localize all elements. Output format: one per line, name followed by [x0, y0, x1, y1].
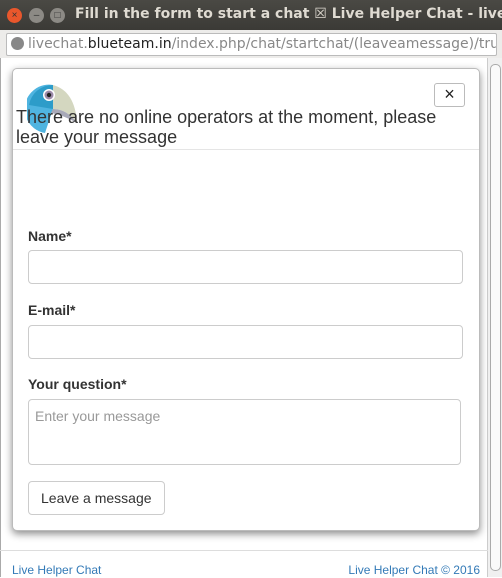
url-domain: blueteam.in [87, 36, 172, 52]
url-prefix: livechat. [28, 36, 88, 52]
footer-link-left[interactable]: Live Helper Chat [12, 563, 101, 577]
close-button[interactable]: × [434, 83, 465, 107]
question-label: Your question* [28, 376, 127, 392]
window-titlebar: × – □ Fill in the form to start a chat ☒… [0, 0, 502, 30]
name-label: Name* [28, 228, 72, 244]
modal-heading: There are no online operators at the mom… [16, 107, 437, 147]
url-field[interactable]: livechat.blueteam.in/index.php/chat/star… [6, 33, 497, 56]
question-textarea[interactable]: Enter your message [28, 399, 461, 465]
globe-icon [11, 37, 24, 50]
scrollbar[interactable] [487, 58, 502, 577]
footer: Live Helper Chat Live Helper Chat © 2016 [0, 550, 488, 578]
maximize-window-button[interactable]: □ [50, 8, 65, 23]
window-title: Fill in the form to start a chat ☒ Live … [75, 6, 502, 22]
address-bar: livechat.blueteam.in/index.php/chat/star… [0, 30, 502, 58]
name-input[interactable] [28, 250, 463, 284]
minimize-window-button[interactable]: – [29, 8, 44, 23]
scrollbar-thumb[interactable] [490, 64, 501, 571]
leave-message-button[interactable]: Leave a message [28, 481, 165, 515]
email-input[interactable] [28, 325, 463, 359]
url-path: /index.php/chat/startchat/(leaveamessage… [171, 36, 497, 52]
footer-copyright-link[interactable]: Live Helper Chat © 2016 [348, 563, 480, 577]
close-window-button[interactable]: × [7, 8, 22, 23]
email-label: E-mail* [28, 302, 76, 318]
